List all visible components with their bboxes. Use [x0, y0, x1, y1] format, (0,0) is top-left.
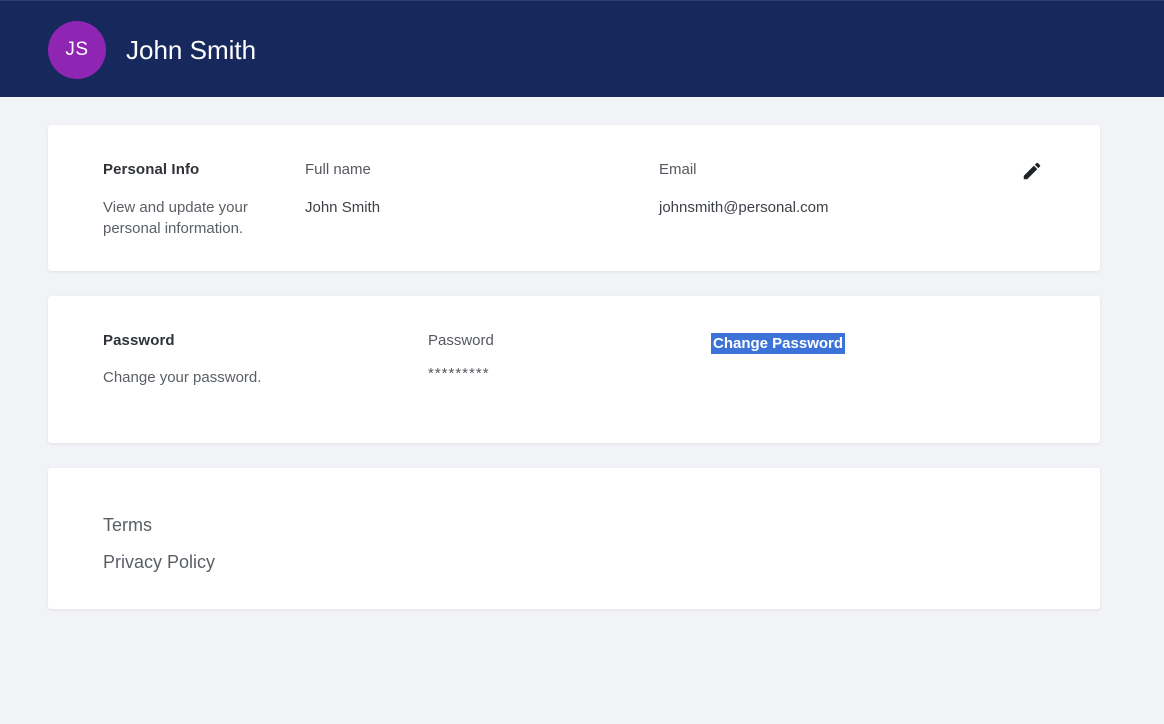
privacy-policy-link[interactable]: Privacy Policy	[103, 552, 215, 573]
password-description: Change your password.	[103, 369, 262, 386]
personal-info-card: Personal Info View and update your perso…	[48, 125, 1100, 271]
full-name-value: John Smith	[305, 199, 381, 216]
email-label: Email	[659, 161, 697, 178]
legal-links-card: Terms Privacy Policy	[48, 468, 1100, 609]
user-name-heading: John Smith	[126, 35, 257, 65]
password-section-title: Password	[103, 332, 175, 349]
personal-info-description: View and update your personal informatio…	[103, 199, 248, 237]
terms-link[interactable]: Terms	[103, 515, 152, 536]
pencil-icon	[1021, 160, 1043, 187]
avatar[interactable]: JS	[48, 21, 106, 79]
top-bar: JS John Smith	[0, 0, 1164, 97]
full-name-label: Full name	[305, 161, 371, 178]
personal-info-title: Personal Info	[103, 161, 200, 178]
edit-personal-info-button[interactable]	[1018, 159, 1046, 187]
password-masked-value: *********	[428, 365, 490, 382]
password-label: Password	[428, 332, 494, 349]
email-value: johnsmith@personal.com	[659, 199, 829, 216]
password-card: Password Change your password. Password …	[48, 296, 1100, 443]
change-password-button[interactable]: Change Password	[711, 333, 846, 354]
